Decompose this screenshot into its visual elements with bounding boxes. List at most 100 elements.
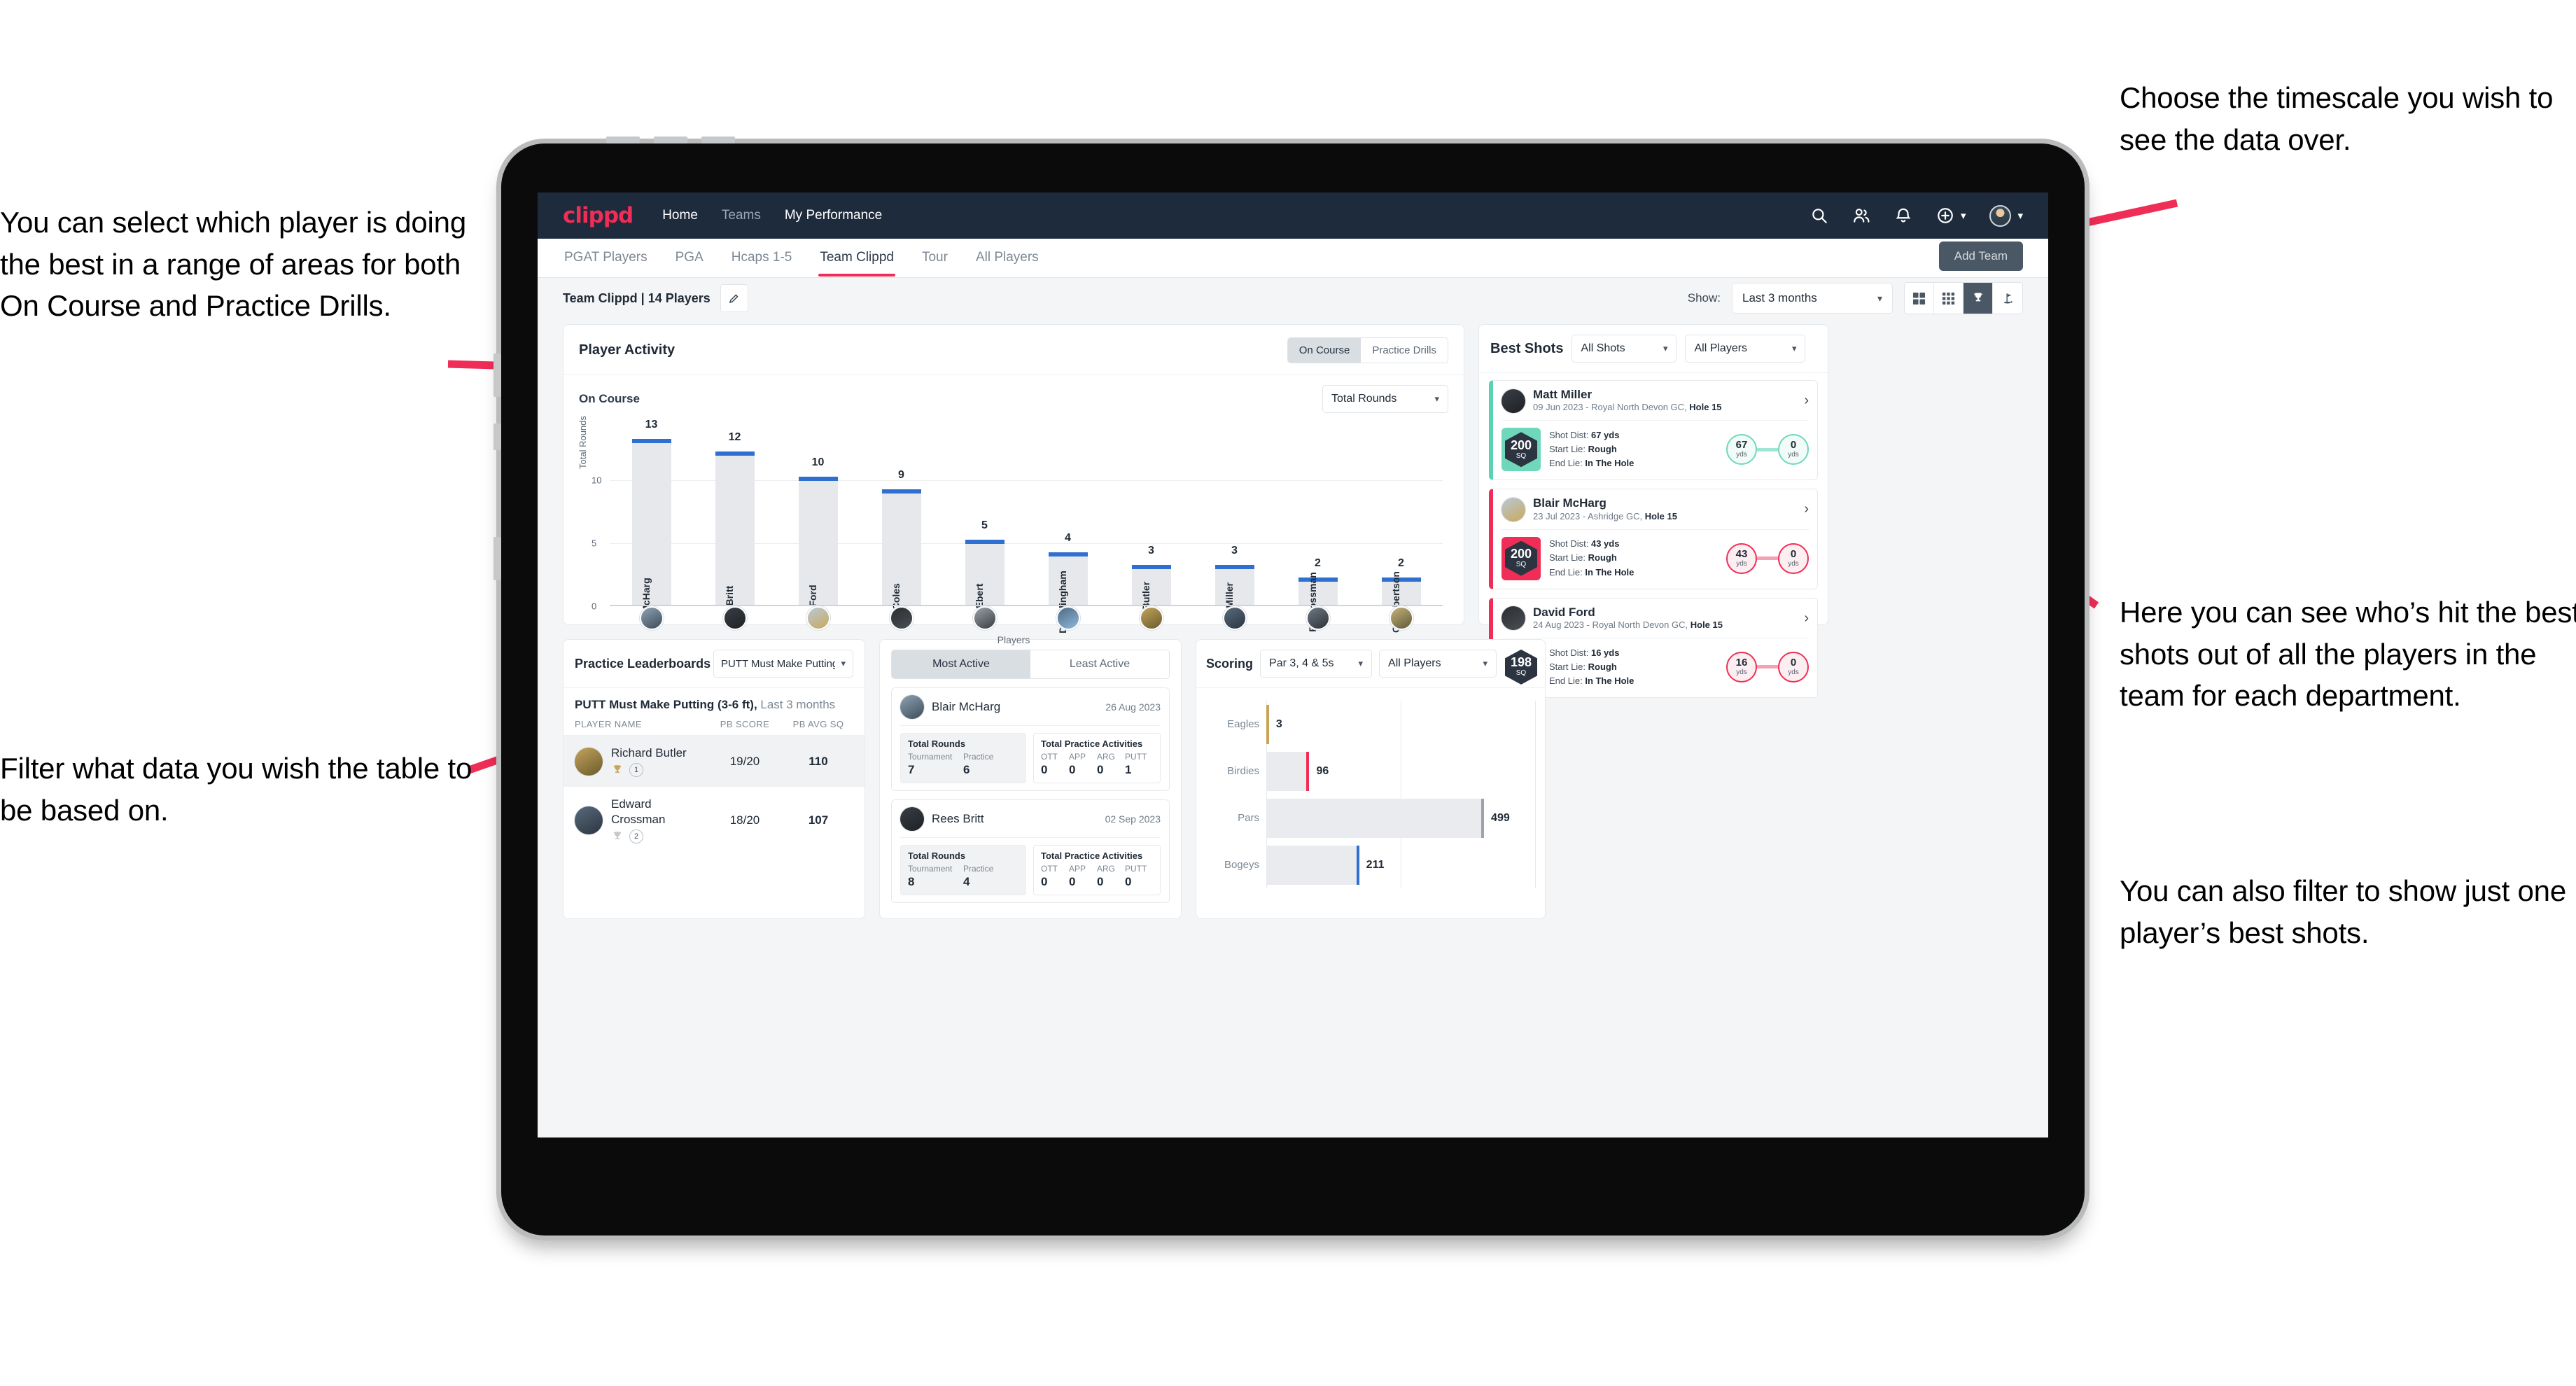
- best-shots-player-filter[interactable]: All Players ▾: [1685, 335, 1806, 363]
- best-shots-shot-filter[interactable]: All Shots ▾: [1572, 335, 1677, 363]
- chevron-down-icon: ▾: [1434, 393, 1439, 404]
- scoring-row[interactable]: Birdies 96: [1206, 748, 1535, 794]
- chart-bar-column[interactable]: 13 B. McHarg: [610, 419, 693, 626]
- metric-select[interactable]: Total Rounds ▾: [1322, 385, 1448, 413]
- chart-bar-column[interactable]: 3 M. Miller: [1193, 430, 1276, 622]
- chart-bar-column[interactable]: 5 E. Ebert: [943, 430, 1026, 620]
- chevron-down-icon: ▾: [1960, 209, 1966, 222]
- rank-badge: 2: [629, 830, 643, 844]
- avatar[interactable]: [1056, 606, 1080, 630]
- scoring-player-filter[interactable]: All Players ▾: [1379, 650, 1497, 678]
- plus-circle-icon[interactable]: [1936, 206, 1954, 225]
- tab-least-active[interactable]: Least Active: [1030, 650, 1169, 678]
- scoring-row[interactable]: Bogeys 211: [1206, 841, 1535, 888]
- avatar[interactable]: [639, 606, 664, 630]
- avatar[interactable]: [722, 606, 747, 630]
- table-row[interactable]: Richard Butler 1 19/20 110: [564, 736, 864, 788]
- rounds-col-label: Practice: [963, 864, 994, 874]
- avatar[interactable]: [972, 606, 997, 630]
- toggle-on-course[interactable]: On Course: [1287, 338, 1362, 363]
- people-icon[interactable]: [1852, 206, 1870, 225]
- practice-col-value: 0: [1069, 763, 1076, 776]
- chevron-right-icon[interactable]: ›: [1804, 501, 1809, 517]
- total-rounds-cols: Tournament 8 Practice 4: [908, 864, 1018, 889]
- scoring-row[interactable]: Pars 499: [1206, 794, 1535, 841]
- search-icon[interactable]: [1810, 206, 1828, 225]
- chart-bar[interactable]: 13 B. McHarg: [631, 419, 671, 626]
- list-item[interactable]: Blair McHarg 26 Aug 2023 Total Rounds To…: [891, 687, 1170, 791]
- tab-pgat-players[interactable]: PGAT Players: [563, 240, 649, 276]
- clippd-logo[interactable]: clippd: [563, 203, 634, 228]
- trophy-icon[interactable]: [1963, 283, 1993, 314]
- chart-bar-column[interactable]: 4 D. Billingham: [1026, 430, 1110, 634]
- col-pb-avg-sq: PB AVG SQ: [792, 719, 844, 729]
- chart-bar-value: 3: [1148, 545, 1154, 556]
- chart-bar[interactable]: 3 M. Miller: [1214, 545, 1254, 622]
- chart-bar[interactable]: 4 D. Billingham: [1048, 532, 1088, 634]
- scoring-track: 211: [1266, 845, 1535, 885]
- best-shot-stats: Shot Dist: 67 yds Start Lie: Rough End L…: [1549, 428, 1634, 470]
- avatar[interactable]: [889, 606, 913, 630]
- chart-bar-column[interactable]: 2 E. Crossman: [1276, 430, 1359, 632]
- activity-list: Blair McHarg 26 Aug 2023 Total Rounds To…: [880, 687, 1181, 903]
- avatar[interactable]: [1139, 606, 1163, 630]
- list-item[interactable]: Rees Britt 02 Sep 2023 Total Rounds Tour…: [891, 799, 1170, 903]
- table-row[interactable]: Edward Crossman 2 18/20 107: [564, 787, 864, 853]
- golf-flag-icon[interactable]: [1993, 283, 2022, 314]
- scoring-par-filter[interactable]: Par 3, 4 & 5s ▾: [1260, 650, 1373, 678]
- chart-bar[interactable]: 9 J. Coles: [881, 469, 921, 621]
- chart-bar-column[interactable]: 10 D. Ford: [776, 430, 860, 620]
- practice-col-label: OTT: [1041, 752, 1058, 762]
- nav-link-teams[interactable]: Teams: [722, 208, 761, 223]
- bell-icon[interactable]: [1894, 206, 1912, 225]
- add-menu[interactable]: ▾: [1936, 206, 1966, 225]
- toggle-practice-drills[interactable]: Practice Drills: [1361, 338, 1448, 363]
- profile-menu[interactable]: ▾: [1989, 204, 2023, 227]
- chart-bar-column[interactable]: 2 C. Robertson: [1359, 430, 1443, 633]
- best-shot-card[interactable]: Matt Miller 09 Jun 2023 - Royal North De…: [1489, 380, 1818, 481]
- add-team-button[interactable]: Add Team: [1938, 241, 2023, 271]
- tab-tour[interactable]: Tour: [920, 240, 949, 276]
- chart-avatar-cell: [776, 606, 860, 630]
- tab-team-clippd[interactable]: Team Clippd: [818, 240, 895, 276]
- dashboard-content: Player Activity On Course Practice Drill…: [538, 318, 2048, 919]
- avatar[interactable]: [1389, 606, 1413, 630]
- tab-pga[interactable]: PGA: [674, 240, 705, 276]
- chart-bar[interactable]: 5 E. Ebert: [965, 519, 1004, 620]
- chart-bar-column[interactable]: 9 J. Coles: [860, 430, 943, 621]
- practice-col-value: 0: [1069, 875, 1076, 888]
- edit-team-button[interactable]: [720, 284, 748, 312]
- best-shot-card[interactable]: Blair McHarg 23 Jul 2023 - Ashridge GC, …: [1489, 489, 1818, 589]
- chart-bar[interactable]: 10 D. Ford: [798, 456, 838, 620]
- tab-hcaps-1-5[interactable]: Hcaps 1-5: [730, 240, 794, 276]
- practice-col: OTT 0: [1041, 752, 1069, 777]
- avatar[interactable]: [1306, 606, 1330, 630]
- grid-2x2-icon[interactable]: [1905, 283, 1934, 314]
- drill-select[interactable]: PUTT Must Make Putting ... ▾: [713, 650, 853, 678]
- avatar[interactable]: [1222, 606, 1247, 630]
- annotation-right-top: Choose the timescale you wish to see the…: [2120, 81, 2554, 156]
- practice-col-value: 0: [1097, 763, 1104, 776]
- best-shots-card: Best Shots All Shots ▾ All Players ▾ Mat…: [1478, 324, 1828, 698]
- timescale-select[interactable]: Last 3 months ▾: [1732, 283, 1893, 314]
- best-shot-details: 198 SQ Shot Dist: 16 yds Start Lie: Roug…: [1502, 638, 1809, 689]
- chart-bar[interactable]: 3 R. Butler: [1131, 545, 1171, 622]
- chart-bar[interactable]: 12 R. Britt: [715, 431, 755, 618]
- chart-bar-column[interactable]: 12 R. Britt: [693, 430, 776, 618]
- chevron-right-icon[interactable]: ›: [1804, 393, 1809, 409]
- activity-player-name: Rees Britt: [932, 812, 984, 825]
- scoring-row[interactable]: Eagles 3: [1206, 701, 1535, 748]
- tab-all-players[interactable]: All Players: [974, 240, 1040, 276]
- shot-dist-line: Shot Dist: 43 yds: [1549, 538, 1620, 550]
- chevron-right-icon[interactable]: ›: [1804, 610, 1809, 626]
- avatar[interactable]: [806, 606, 830, 630]
- nav-link-home[interactable]: Home: [662, 208, 698, 223]
- top-navbar: clippd Home Teams My Performance ▾ ▾: [538, 192, 2048, 239]
- chart-bar[interactable]: 2 C. Robertson: [1381, 557, 1421, 633]
- chart-bar-column[interactable]: 3 R. Butler: [1110, 430, 1193, 622]
- tab-most-active[interactable]: Most Active: [892, 650, 1030, 678]
- nav-link-my-performance[interactable]: My Performance: [785, 208, 882, 223]
- avatar[interactable]: [1989, 204, 2012, 227]
- grid-3x3-icon[interactable]: [1934, 283, 1963, 314]
- chart-bar[interactable]: 2 E. Crossman: [1298, 557, 1338, 632]
